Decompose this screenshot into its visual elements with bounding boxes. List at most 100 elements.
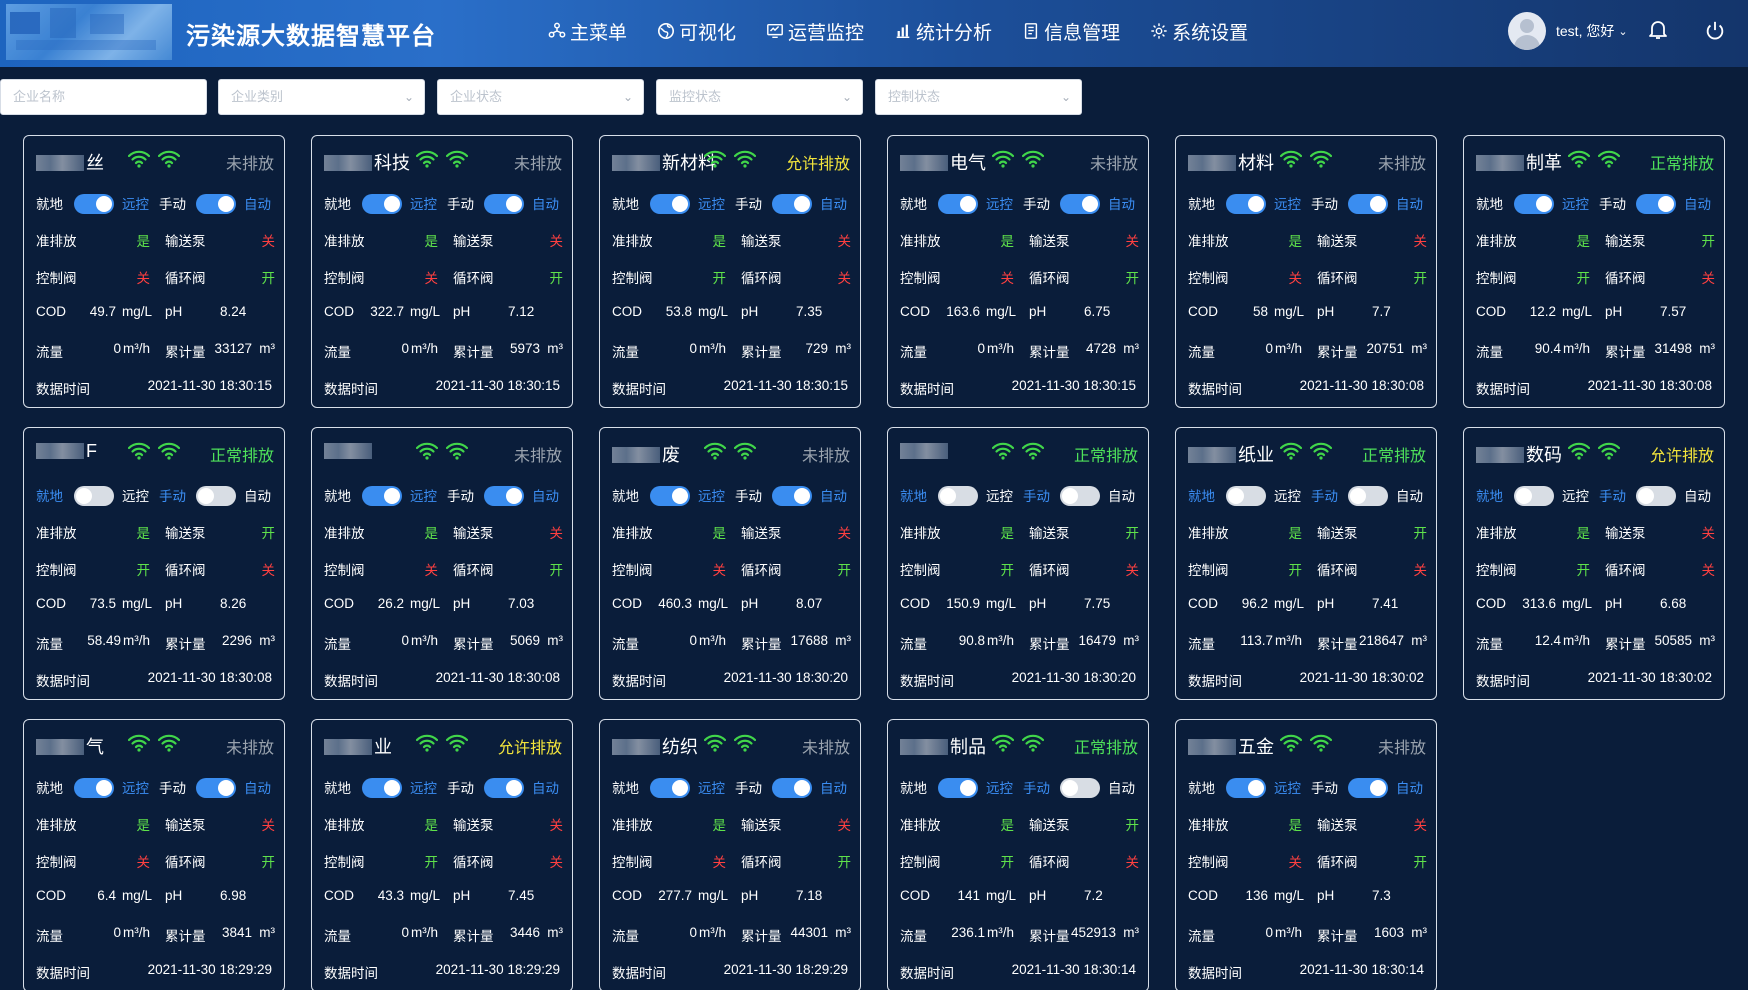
local-remote-toggle[interactable] bbox=[938, 194, 978, 214]
pump-label: 输送泵 bbox=[453, 818, 494, 833]
manual-auto-toggle[interactable] bbox=[772, 778, 812, 798]
manual-auto-toggle[interactable] bbox=[484, 778, 524, 798]
nav-info-management[interactable]: 信息管理 bbox=[1022, 18, 1120, 45]
local-remote-toggle[interactable] bbox=[1226, 194, 1266, 214]
control-status-select[interactable]: 控制状态 ⌄ bbox=[875, 79, 1082, 115]
local-remote-toggle[interactable] bbox=[362, 194, 402, 214]
nav-main-menu[interactable]: 主菜单 bbox=[548, 18, 627, 45]
cod-unit: mg/L bbox=[1273, 596, 1304, 611]
flow-value: 90.4 bbox=[1534, 341, 1561, 356]
enterprise-card[interactable]: 科技 未排放 就地 远控 手动 自动 准排放 是 输送泵 关 控制阀 关 循环阀… bbox=[311, 135, 573, 408]
manual-auto-toggle[interactable] bbox=[1348, 194, 1388, 214]
manual-auto-toggle[interactable] bbox=[1348, 486, 1388, 506]
enterprise-card[interactable]: F 正常排放 就地 远控 手动 自动 准排放 是 输送泵 开 控制阀 开 循环阀… bbox=[23, 427, 285, 700]
enterprise-card[interactable]: 数码 允许排放 就地 远控 手动 自动 准排放 是 输送泵 关 控制阀 开 循环… bbox=[1463, 427, 1725, 700]
local-remote-toggle[interactable] bbox=[938, 778, 978, 798]
manual-auto-toggle[interactable] bbox=[484, 194, 524, 214]
local-remote-toggle[interactable] bbox=[938, 486, 978, 506]
enterprise-card[interactable]: 制品 正常排放 就地 远控 手动 自动 准排放 是 输送泵 开 控制阀 开 循环… bbox=[887, 719, 1149, 990]
cod-value: 150.9 bbox=[946, 596, 980, 611]
local-remote-toggle[interactable] bbox=[1514, 486, 1554, 506]
manual-auto-toggle[interactable] bbox=[1348, 778, 1388, 798]
auto-label: 自动 bbox=[1396, 197, 1423, 212]
company-status-select[interactable]: 企业状态 ⌄ bbox=[437, 79, 644, 115]
local-remote-toggle[interactable] bbox=[74, 486, 114, 506]
manual-auto-toggle[interactable] bbox=[1636, 194, 1676, 214]
flow-value: 58.49 bbox=[87, 633, 121, 648]
manual-label: 手动 bbox=[159, 197, 186, 212]
nav-visualization[interactable]: 可视化 bbox=[657, 18, 736, 45]
local-remote-toggle[interactable] bbox=[1514, 194, 1554, 214]
flow-label: 流量 bbox=[900, 637, 927, 652]
company-type-select[interactable]: 企业类别 ⌄ bbox=[218, 79, 425, 115]
enterprise-card[interactable]: 新材料 允许排放 就地 远控 手动 自动 准排放 是 输送泵 关 控制阀 开 循… bbox=[599, 135, 861, 408]
cod-unit: mg/L bbox=[1561, 596, 1592, 611]
total-label: 累计量 bbox=[1605, 637, 1646, 652]
enterprise-card[interactable]: 制革 正常排放 就地 远控 手动 自动 准排放 是 输送泵 开 控制阀 开 循环… bbox=[1463, 135, 1725, 408]
nav-system-settings[interactable]: 系统设置 bbox=[1150, 18, 1248, 45]
manual-auto-toggle[interactable] bbox=[772, 486, 812, 506]
enterprise-card[interactable]: 材料 未排放 就地 远控 手动 自动 准排放 是 输送泵 关 控制阀 关 循环阀… bbox=[1175, 135, 1437, 408]
signal-icon bbox=[127, 150, 151, 168]
monitor-status-select[interactable]: 监控状态 ⌄ bbox=[656, 79, 863, 115]
enterprise-card[interactable]: 丝 未排放 就地 远控 手动 自动 准排放 是 输送泵 关 控制阀 关 循环阀 … bbox=[23, 135, 285, 408]
valve-value: 开 bbox=[1576, 271, 1591, 286]
company-name: 新材料 bbox=[612, 149, 716, 175]
enterprise-card[interactable]: 未排放 就地 远控 手动 自动 准排放 是 输送泵 关 控制阀 关 循环阀 开 bbox=[311, 427, 573, 700]
card-header: 科技 未排放 bbox=[312, 136, 572, 178]
manual-auto-toggle[interactable] bbox=[196, 778, 236, 798]
cycle-valve-label: 循环阀 bbox=[165, 855, 206, 870]
signal-icon bbox=[1279, 150, 1303, 168]
manual-auto-toggle[interactable] bbox=[1060, 194, 1100, 214]
chevron-down-icon: ⌄ bbox=[841, 90, 852, 104]
cod-value: 73.5 bbox=[89, 596, 116, 611]
permit-value: 是 bbox=[1000, 234, 1015, 249]
valve-label: 控制阀 bbox=[324, 271, 365, 286]
local-remote-toggle[interactable] bbox=[1226, 778, 1266, 798]
manual-auto-toggle[interactable] bbox=[772, 194, 812, 214]
enterprise-card[interactable]: 纸业 正常排放 就地 远控 手动 自动 准排放 是 输送泵 开 控制阀 开 循环… bbox=[1175, 427, 1437, 700]
local-remote-toggle[interactable] bbox=[1226, 486, 1266, 506]
manual-auto-toggle[interactable] bbox=[1636, 486, 1676, 506]
total-label: 累计量 bbox=[453, 345, 494, 360]
enterprise-card[interactable]: 电气 未排放 就地 远控 手动 自动 准排放 是 输送泵 关 控制阀 关 循环阀… bbox=[887, 135, 1149, 408]
valve-label: 控制阀 bbox=[900, 855, 941, 870]
cod-label: COD bbox=[1476, 596, 1506, 611]
data-time-label: 数据时间 bbox=[1476, 674, 1530, 689]
local-remote-toggle[interactable] bbox=[74, 778, 114, 798]
enterprise-card[interactable]: 废 未排放 就地 远控 手动 自动 准排放 是 输送泵 关 控制阀 关 循环阀 … bbox=[599, 427, 861, 700]
manual-auto-toggle[interactable] bbox=[1060, 486, 1100, 506]
enterprise-card[interactable]: 气 未排放 就地 远控 手动 自动 准排放 是 输送泵 关 控制阀 关 循环阀 … bbox=[23, 719, 285, 990]
company-name-text: F bbox=[86, 441, 97, 461]
flow-unit: m³/h bbox=[1275, 341, 1302, 356]
nav-label: 运营监控 bbox=[788, 22, 865, 44]
card-header: 五金 未排放 bbox=[1176, 720, 1436, 762]
local-remote-toggle[interactable] bbox=[74, 194, 114, 214]
enterprise-card[interactable]: 纺织 未排放 就地 远控 手动 自动 准排放 是 输送泵 关 控制阀 关 循环阀… bbox=[599, 719, 861, 990]
local-remote-toggle[interactable] bbox=[650, 778, 690, 798]
enterprise-card[interactable]: 正常排放 就地 远控 手动 自动 准排放 是 输送泵 开 控制阀 开 循环阀 关 bbox=[887, 427, 1149, 700]
app-title: 污染源大数据智慧平台 bbox=[186, 23, 436, 50]
auto-label: 自动 bbox=[532, 197, 559, 212]
discharge-status: 未排放 bbox=[513, 448, 562, 465]
remote-label: 远控 bbox=[1562, 489, 1589, 504]
permit-value: 是 bbox=[1288, 818, 1303, 833]
nav-statistics[interactable]: 统计分析 bbox=[894, 18, 992, 45]
manual-auto-toggle[interactable] bbox=[1060, 778, 1100, 798]
local-remote-toggle[interactable] bbox=[362, 486, 402, 506]
ph-value: 7.7 bbox=[1372, 304, 1391, 319]
bell-icon[interactable] bbox=[1646, 17, 1670, 41]
enterprise-card[interactable]: 业 允许排放 就地 远控 手动 自动 准排放 是 输送泵 关 控制阀 开 循环阀… bbox=[311, 719, 573, 990]
nav-operation-monitor[interactable]: 运营监控 bbox=[766, 18, 864, 45]
local-remote-toggle[interactable] bbox=[650, 194, 690, 214]
card-header: 材料 未排放 bbox=[1176, 136, 1436, 178]
manual-auto-toggle[interactable] bbox=[196, 194, 236, 214]
enterprise-card[interactable]: 五金 未排放 就地 远控 手动 自动 准排放 是 输送泵 关 控制阀 关 循环阀… bbox=[1175, 719, 1437, 990]
local-remote-toggle[interactable] bbox=[362, 778, 402, 798]
user-menu[interactable]: test, 您好 ⌄ bbox=[1508, 12, 1628, 50]
local-remote-toggle[interactable] bbox=[650, 486, 690, 506]
manual-auto-toggle[interactable] bbox=[196, 486, 236, 506]
company-name-input[interactable]: 企业名称 bbox=[0, 79, 207, 115]
power-icon[interactable] bbox=[1704, 20, 1726, 42]
manual-auto-toggle[interactable] bbox=[484, 486, 524, 506]
